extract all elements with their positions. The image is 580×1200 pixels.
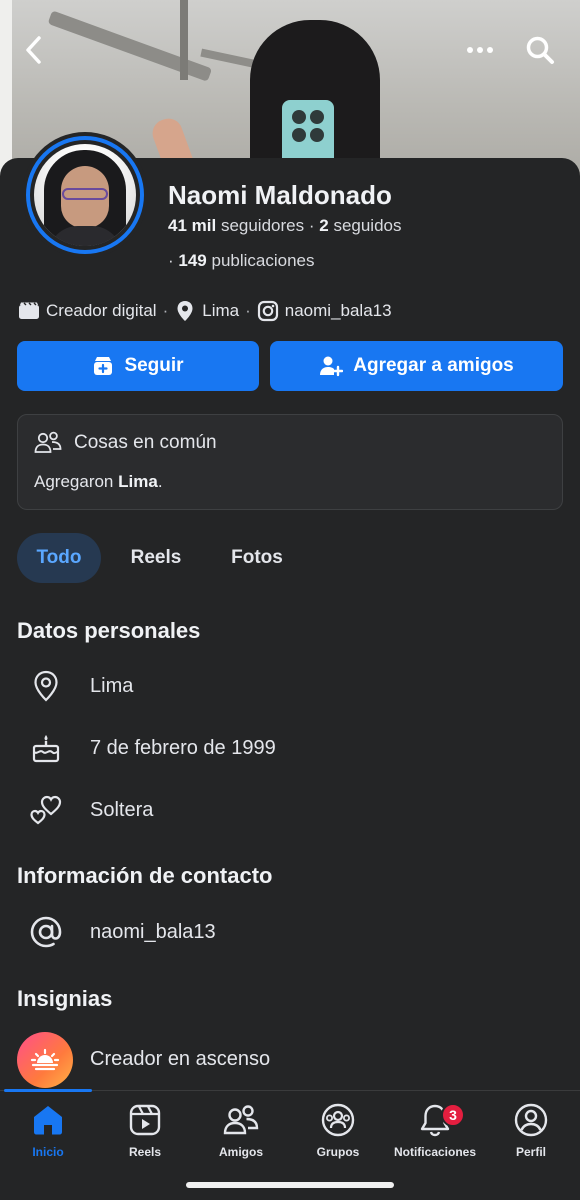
- clapperboard-icon: [18, 300, 40, 322]
- more-dots-icon: [467, 47, 493, 53]
- tab-all[interactable]: Todo: [17, 533, 101, 583]
- groups-icon: [321, 1103, 355, 1137]
- instagram-handle[interactable]: naomi_bala13: [285, 301, 392, 321]
- posts-label: publicaciones: [211, 251, 315, 270]
- detail-label: 7 de febrero de 1999: [90, 736, 276, 759]
- tab-photos[interactable]: Fotos: [212, 533, 302, 583]
- nav-label: Reels: [128, 1145, 162, 1159]
- following-label[interactable]: seguidos: [333, 216, 401, 235]
- chevron-left-icon: [26, 36, 41, 64]
- profile-stats: 41 mil seguidores · 2 seguidos: [168, 216, 402, 236]
- cover-bar: [180, 0, 188, 80]
- followers-label[interactable]: seguidores: [221, 216, 304, 235]
- badge-label[interactable]: Creador en ascenso: [90, 1048, 270, 1071]
- active-tab-indicator: [4, 1089, 92, 1092]
- tab-reels[interactable]: Reels: [113, 533, 199, 583]
- nav-home[interactable]: Inicio: [0, 1103, 96, 1159]
- location-label[interactable]: Lima: [202, 301, 239, 321]
- friends-icon: [223, 1105, 259, 1135]
- nav-reels[interactable]: Reels: [97, 1103, 193, 1159]
- profile-posts: · 149 publicaciones: [168, 251, 315, 270]
- nav-groups[interactable]: Grupos: [290, 1103, 386, 1159]
- contact-row-instagram[interactable]: naomi_bala13: [26, 912, 216, 952]
- posts-count: 149: [178, 251, 207, 270]
- nav-friends[interactable]: Amigos: [193, 1103, 289, 1159]
- reels-icon: [129, 1104, 161, 1136]
- back-button[interactable]: [14, 30, 54, 70]
- hearts-icon: [26, 790, 66, 830]
- avatar[interactable]: [22, 132, 148, 258]
- birthday-cake-icon: [26, 728, 66, 768]
- add-person-icon: [320, 356, 344, 377]
- badges-heading: Insignias: [17, 986, 113, 1011]
- search-icon: [526, 36, 554, 64]
- location-pin-icon: [174, 300, 196, 322]
- nav-profile[interactable]: Perfil: [483, 1103, 579, 1159]
- followers-count[interactable]: 41 mil: [168, 216, 216, 235]
- home-icon: [34, 1106, 62, 1135]
- nav-label: Grupos: [316, 1145, 360, 1159]
- profile-name: Naomi Maldonado: [168, 180, 392, 210]
- nav-label: Inicio: [32, 1145, 64, 1159]
- people-icon: [34, 431, 62, 453]
- profile-meta: Creador digital · Lima · naomi_bala13: [18, 300, 392, 322]
- search-button[interactable]: [520, 30, 560, 70]
- profile-icon: [514, 1103, 548, 1137]
- follow-button[interactable]: Seguir: [17, 341, 259, 391]
- follow-icon: [94, 357, 113, 375]
- profile-photo: [34, 144, 136, 246]
- category-label: Creador digital: [46, 301, 157, 320]
- common-title: Cosas en común: [74, 432, 217, 453]
- add-friend-label: Agregar a amigos: [353, 355, 514, 376]
- contact-label: naomi_bala13: [90, 920, 216, 943]
- instagram-icon: [257, 300, 279, 322]
- location-icon: [26, 666, 66, 706]
- home-indicator[interactable]: [186, 1182, 394, 1188]
- add-friend-button[interactable]: Agregar a amigos: [270, 341, 563, 391]
- contact-info-heading: Información de contacto: [17, 863, 273, 888]
- detail-row-location: Lima: [26, 666, 133, 706]
- common-things-card[interactable]: Cosas en común Agregaron Lima.: [17, 414, 563, 510]
- story-ring: [26, 136, 144, 254]
- nav-label: Amigos: [218, 1145, 263, 1159]
- nav-label: Perfil: [515, 1145, 546, 1159]
- personal-details-heading: Datos personales: [17, 618, 201, 643]
- more-options-button[interactable]: [460, 30, 500, 70]
- notification-count-badge: 3: [441, 1103, 465, 1127]
- detail-label: Soltera: [90, 798, 154, 821]
- detail-row-relationship: Soltera: [26, 790, 153, 830]
- nav-label: Notificaciones: [393, 1145, 477, 1159]
- follow-label: Seguir: [124, 355, 184, 376]
- at-icon: [26, 912, 66, 952]
- detail-row-birthday: 7 de febrero de 1999: [26, 728, 276, 768]
- sunrise-icon[interactable]: [17, 1032, 73, 1088]
- common-text: Agregaron Lima.: [34, 472, 163, 491]
- detail-label: Lima: [90, 674, 134, 697]
- stats-separator: ·: [308, 216, 320, 235]
- nav-notifications[interactable]: 3 Notificaciones: [387, 1103, 483, 1159]
- following-count[interactable]: 2: [319, 216, 328, 235]
